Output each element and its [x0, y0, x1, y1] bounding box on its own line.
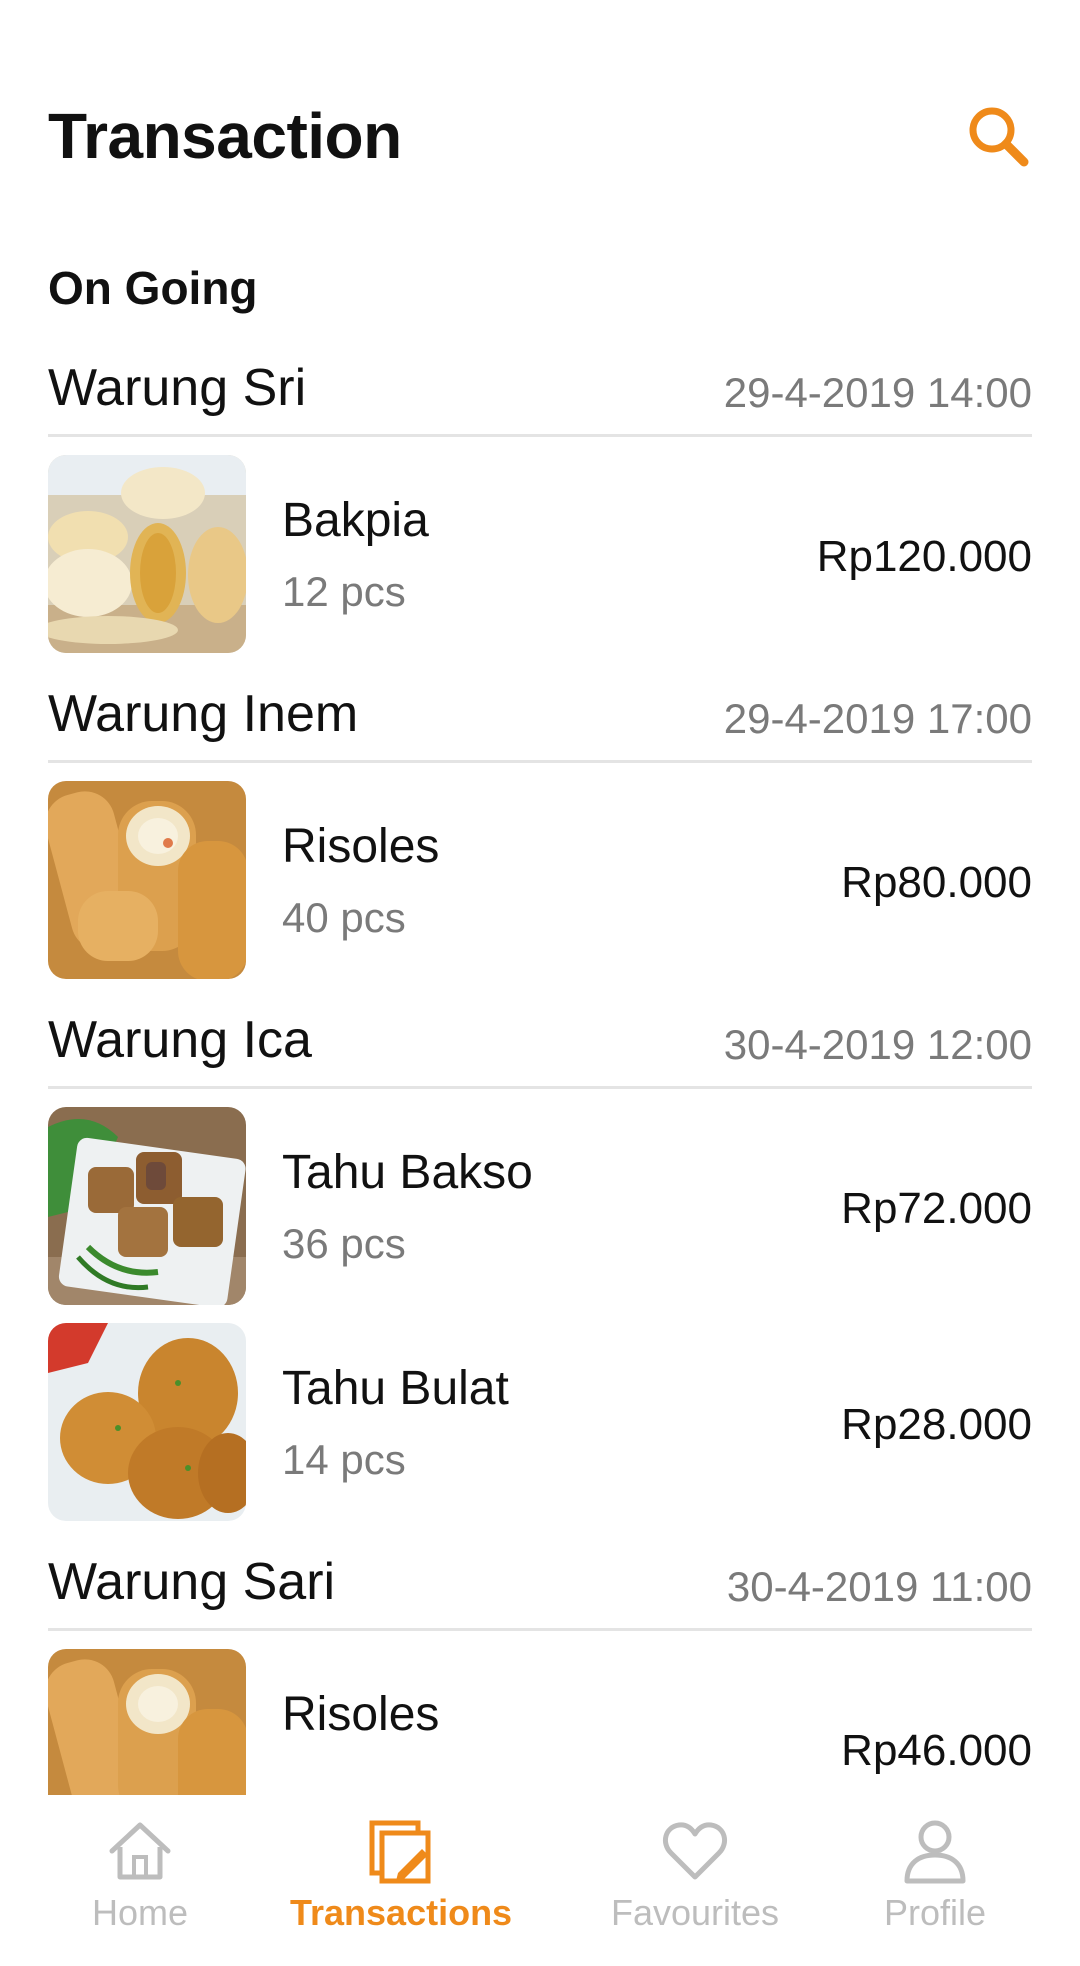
order-group: Warung Sri 29-4-2019 14:00 Bakpia 12 pcs…	[0, 345, 1080, 671]
order-header: Warung Sari 30-4-2019 11:00	[48, 1539, 1032, 1631]
order-datetime: 30-4-2019 11:00	[726, 1563, 1032, 1610]
order-header: Warung Sri 29-4-2019 14:00	[48, 345, 1032, 437]
transactions-icon	[369, 1820, 431, 1884]
transaction-list[interactable]: Warung Sri 29-4-2019 14:00 Bakpia 12 pcs…	[0, 345, 1080, 1795]
nav-label-favourites: Favourites	[610, 1892, 780, 1933]
nav-transactions[interactable]: Transactions	[290, 1815, 513, 1955]
order-item[interactable]: Risoles Rp46.000	[48, 1649, 1032, 1795]
shop-name: Warung Sri	[48, 359, 307, 417]
item-price: Rp72.000	[841, 1184, 1032, 1233]
item-quantity: 36 pcs	[282, 1220, 406, 1267]
item-quantity: 14 pcs	[282, 1436, 406, 1483]
item-price: Rp120.000	[816, 532, 1032, 581]
nav-label-profile: Profile	[883, 1892, 987, 1933]
item-name: Bakpia	[282, 494, 429, 547]
person-icon	[904, 1820, 966, 1884]
item-quantity: 40 pcs	[282, 894, 406, 941]
item-price: Rp80.000	[841, 858, 1032, 907]
tahu-bulat-photo	[48, 1323, 246, 1521]
app-header: Transaction	[48, 96, 1032, 176]
nav-profile[interactable]: Profile	[860, 1815, 1010, 1955]
bottom-navigation: Home Transactions Favourites Profile	[0, 1795, 1080, 1966]
order-datetime: 29-4-2019 17:00	[723, 695, 1032, 742]
nav-favourites[interactable]: Favourites	[600, 1815, 790, 1955]
nav-label-transactions: Transactions	[290, 1892, 513, 1933]
page-title: Transaction	[48, 100, 402, 172]
bakpia-photo	[48, 455, 246, 653]
item-name: Risoles	[282, 820, 440, 873]
order-datetime: 29-4-2019 14:00	[723, 369, 1032, 416]
order-item[interactable]: Tahu Bakso 36 pcs Rp72.000	[48, 1107, 1032, 1323]
shop-name: Warung Ica	[48, 1011, 312, 1069]
order-header: Warung Ica 30-4-2019 12:00	[48, 997, 1032, 1089]
order-item[interactable]: Bakpia 12 pcs Rp120.000	[48, 455, 1032, 671]
search-icon[interactable]	[964, 102, 1032, 170]
shop-name: Warung Inem	[48, 685, 359, 743]
item-name: Tahu Bakso	[282, 1146, 533, 1199]
risoles-photo	[48, 781, 246, 979]
order-header: Warung Inem 29-4-2019 17:00	[48, 671, 1032, 763]
nav-home[interactable]: Home	[60, 1815, 220, 1955]
item-quantity: 12 pcs	[282, 568, 406, 615]
item-price: Rp46.000	[841, 1726, 1032, 1775]
nav-label-home: Home	[91, 1892, 189, 1933]
item-name: Tahu Bulat	[282, 1362, 509, 1415]
section-label-ongoing: On Going	[48, 262, 258, 314]
home-icon	[109, 1822, 171, 1880]
heart-icon	[662, 1822, 728, 1880]
item-name: Risoles	[282, 1688, 440, 1741]
order-item[interactable]: Risoles 40 pcs Rp80.000	[48, 781, 1032, 997]
item-price: Rp28.000	[841, 1400, 1032, 1449]
order-item[interactable]: Tahu Bulat 14 pcs Rp28.000	[48, 1323, 1032, 1539]
order-group: Warung Sari 30-4-2019 11:00 Risoles Rp46…	[0, 1539, 1080, 1795]
risoles-photo	[48, 1649, 246, 1795]
order-group: Warung Inem 29-4-2019 17:00 Risoles 40 p…	[0, 671, 1080, 997]
order-group: Warung Ica 30-4-2019 12:00 Tahu Bakso 36…	[0, 997, 1080, 1539]
shop-name: Warung Sari	[48, 1553, 336, 1611]
order-datetime: 30-4-2019 12:00	[723, 1021, 1032, 1068]
tahu-bakso-photo	[48, 1107, 246, 1305]
